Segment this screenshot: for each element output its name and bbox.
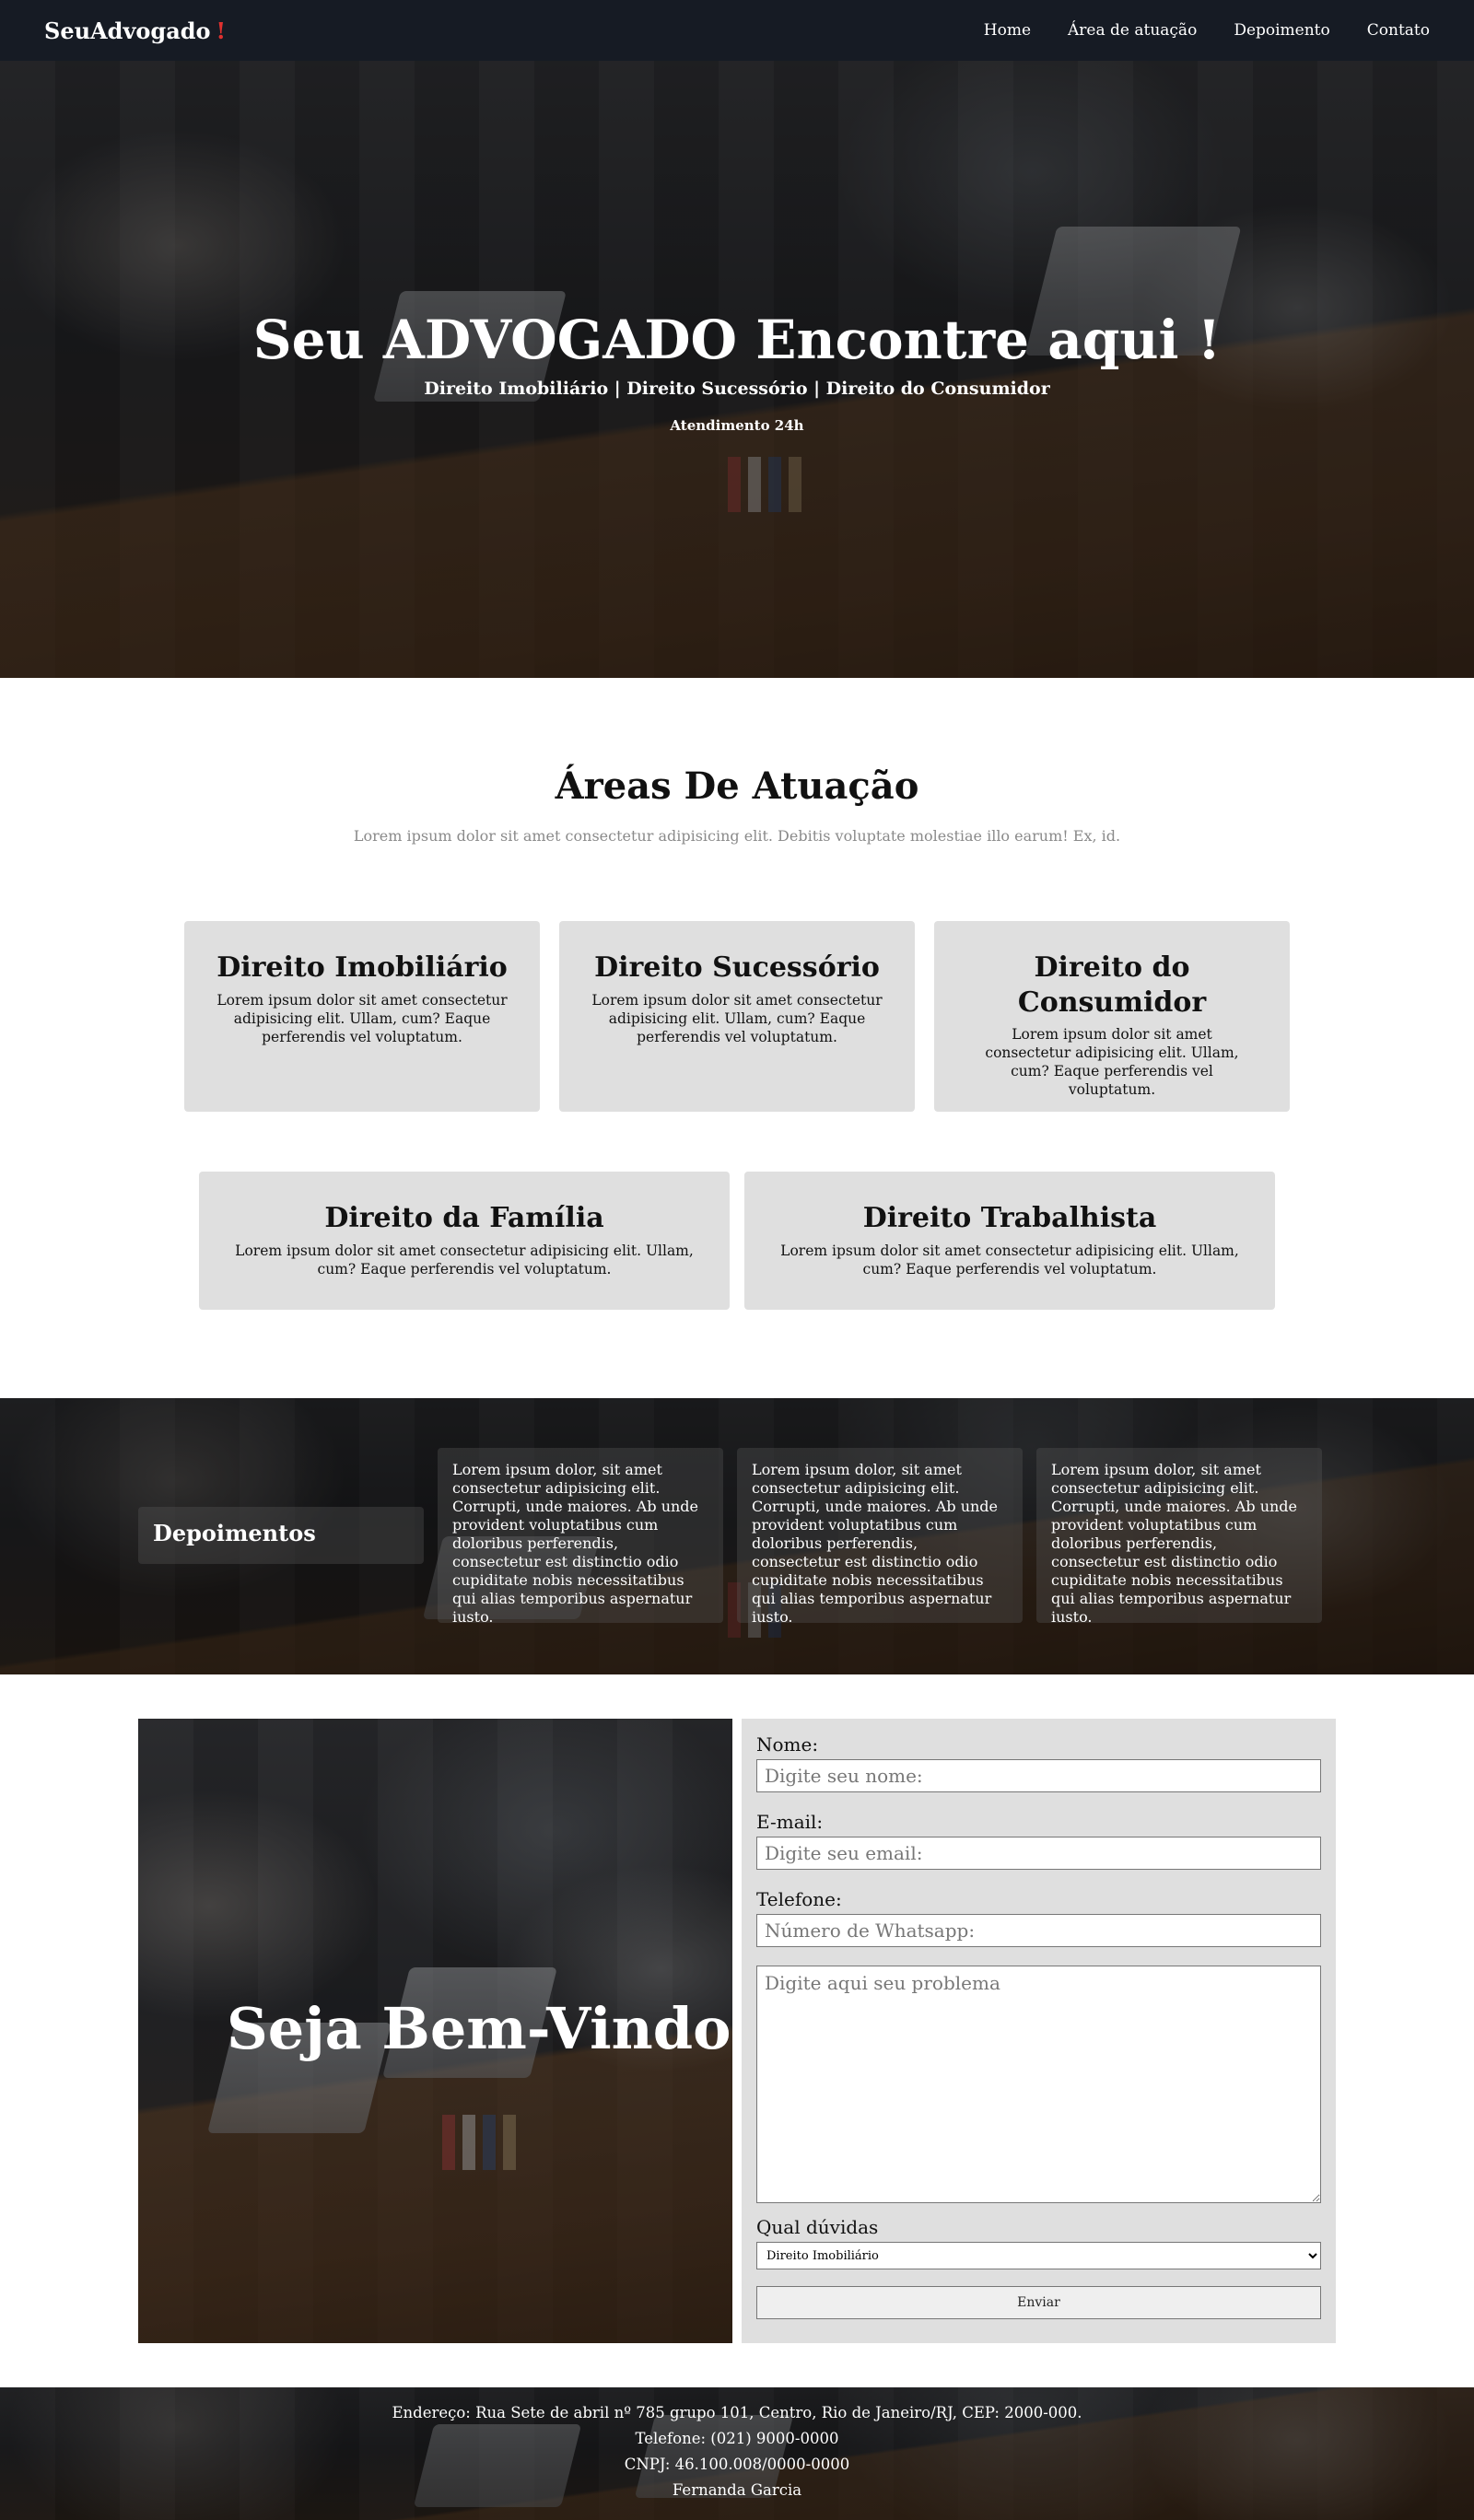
- nav-link-contato[interactable]: Contato: [1367, 21, 1430, 40]
- submit-button[interactable]: Enviar: [756, 2286, 1321, 2319]
- area-card-trabalhista: Direito Trabalhista Lorem ipsum dolor si…: [744, 1172, 1275, 1310]
- area-card-title: Direito Imobiliário: [216, 951, 508, 984]
- footer-name: Fernanda Garcia: [672, 2481, 802, 2499]
- topic-label: Qual dúvidas: [756, 2216, 879, 2238]
- areas-title: Áreas De Atuação: [555, 764, 919, 808]
- area-card-consumidor: Direito do Consumidor Lorem ipsum dolor …: [934, 921, 1290, 1112]
- phone-label: Telefone:: [756, 1888, 842, 1910]
- area-card-imobiliario: Direito Imobiliário Lorem ipsum dolor si…: [184, 921, 540, 1112]
- area-card-text: Lorem ipsum dolor sit amet consectetur a…: [591, 991, 883, 1045]
- welcome-title: Seja Bem-Vindo: [227, 1995, 731, 2062]
- topic-select[interactable]: Direito Imobiliário: [756, 2242, 1321, 2269]
- testimonial-card: Lorem ipsum dolor, sit amet consectetur …: [1036, 1448, 1322, 1626]
- contact-form: Nome: E-mail: Telefone: Qual dúvidas Dir…: [742, 1719, 1336, 2343]
- testimonials-title: Depoimentos: [138, 1507, 424, 1564]
- footer-cnpj: CNPJ: 46.100.008/0000-0000: [624, 2456, 850, 2473]
- name-input[interactable]: [756, 1759, 1321, 1792]
- nav-links: Home Área de atuação Depoimento Contato: [984, 21, 1430, 40]
- footer-phone: Telefone: (021) 9000-0000: [635, 2430, 839, 2447]
- area-card-text: Lorem ipsum dolor sit amet consectetur a…: [235, 1242, 694, 1278]
- area-card-title: Direito Trabalhista: [862, 1202, 1157, 1234]
- area-card-title: Direito do Consumidor: [1017, 951, 1207, 1019]
- area-card-title: Direito da Família: [324, 1202, 604, 1234]
- footer-text: Endereço: Rua Sete de abril nº 785 grupo…: [0, 2400, 1474, 2503]
- email-input[interactable]: [756, 1837, 1321, 1870]
- brand-mark: !: [216, 17, 227, 44]
- areas-description: Lorem ipsum dolor sit amet consectetur a…: [353, 827, 1121, 845]
- hero-text: Seu ADVOGADO Encontre aqui ! Direito Imo…: [0, 309, 1474, 434]
- message-textarea[interactable]: [756, 1966, 1321, 2203]
- footer-address: Endereço: Rua Sete de abril nº 785 grupo…: [392, 2404, 1082, 2421]
- phone-input[interactable]: [756, 1914, 1321, 1947]
- welcome-image: Seja Bem-Vindo: [138, 1719, 732, 2343]
- testimonial-card: Lorem ipsum dolor, sit amet consectetur …: [438, 1448, 723, 1626]
- nav-link-areas[interactable]: Área de atuação: [1068, 21, 1197, 40]
- email-label: E-mail:: [756, 1811, 824, 1833]
- hero-note: Atendimento 24h: [670, 416, 804, 434]
- area-card-text: Lorem ipsum dolor sit amet consectetur a…: [780, 1242, 1239, 1278]
- area-card-familia: Direito da Família Lorem ipsum dolor sit…: [199, 1172, 730, 1310]
- footer: Endereço: Rua Sete de abril nº 785 grupo…: [0, 2387, 1474, 2520]
- brand-name: SeuAdvogado: [44, 17, 211, 44]
- area-card-title: Direito Sucessório: [594, 951, 880, 984]
- hero-title: Seu ADVOGADO Encontre aqui !: [252, 309, 1222, 371]
- nav-link-home[interactable]: Home: [984, 21, 1031, 40]
- navbar: SeuAdvogado! Home Área de atuação Depoim…: [0, 0, 1474, 61]
- testimonial-card: Lorem ipsum dolor, sit amet consectetur …: [737, 1448, 1023, 1626]
- name-label: Nome:: [756, 1733, 819, 1756]
- area-card-sucessorio: Direito Sucessório Lorem ipsum dolor sit…: [559, 921, 915, 1112]
- nav-link-depoimento[interactable]: Depoimento: [1234, 21, 1329, 40]
- area-card-text: Lorem ipsum dolor sit amet consectetur a…: [216, 991, 508, 1045]
- testimonials-section: Depoimentos Lorem ipsum dolor, sit amet …: [0, 1398, 1474, 1674]
- area-card-text: Lorem ipsum dolor sit amet consectetur a…: [985, 1026, 1239, 1099]
- brand-logo[interactable]: SeuAdvogado!: [44, 18, 226, 44]
- hero-subtitle: Direito Imobiliário | Direito Sucessório…: [424, 378, 1050, 399]
- hero-section: Seu ADVOGADO Encontre aqui ! Direito Imo…: [0, 61, 1474, 678]
